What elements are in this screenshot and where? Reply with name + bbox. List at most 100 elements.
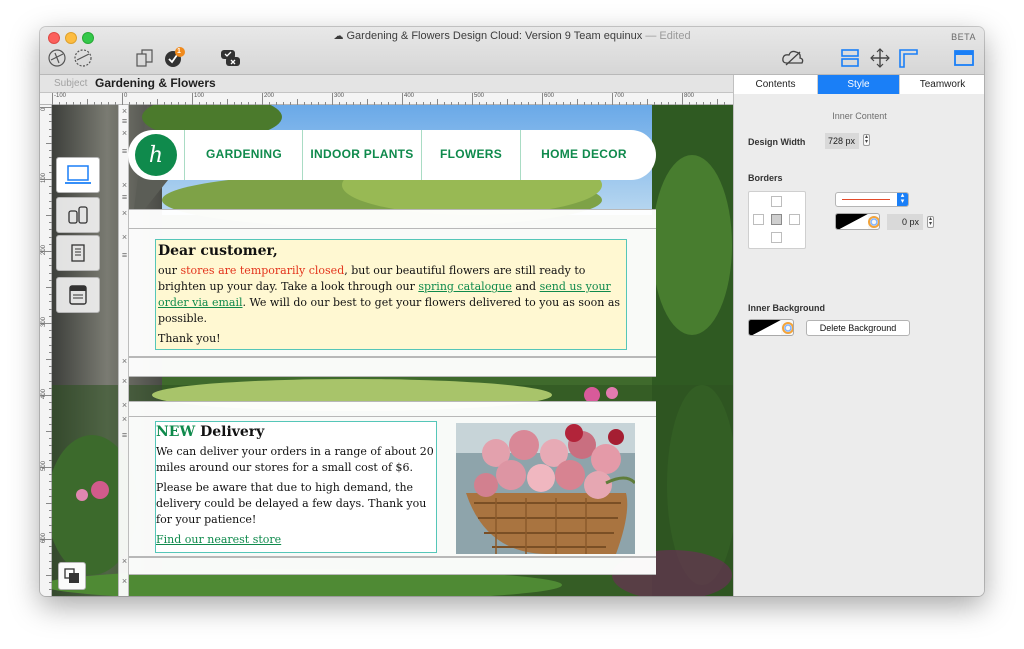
design-width-label: Design Width	[748, 137, 806, 147]
remove-section-icon[interactable]: ×	[120, 415, 129, 424]
remove-section-icon[interactable]: ×	[120, 577, 129, 586]
background-color-well[interactable]	[748, 319, 794, 336]
ruler-label: 100	[194, 93, 205, 99]
ruler-label: 200	[41, 244, 47, 255]
remove-section-icon[interactable]: ×	[120, 401, 129, 410]
nav-flowers[interactable]: FLOWERS	[423, 147, 519, 161]
border-top-toggle[interactable]	[771, 196, 782, 207]
print-layout-button[interactable]	[56, 277, 100, 313]
inner-background-label: Inner Background	[748, 303, 826, 313]
remove-section-icon[interactable]: ×	[120, 377, 129, 386]
spring-catalogue-link[interactable]: spring catalogue	[418, 280, 512, 293]
move-icon[interactable]	[868, 47, 892, 69]
site-logo[interactable]: h	[135, 134, 177, 176]
delivery-paragraph-2: Please be aware that due to high demand,…	[156, 481, 427, 526]
ruler-label: 500	[474, 93, 485, 99]
nav-gardening[interactable]: GARDENING	[188, 147, 300, 161]
tab-teamwork[interactable]: Teamwork	[900, 75, 984, 94]
publish-icon[interactable]	[46, 47, 98, 69]
ruler-label: 0	[41, 107, 47, 111]
remove-section-icon[interactable]: ×	[120, 357, 129, 366]
nav-separator	[302, 130, 303, 180]
mobile-layout-button[interactable]	[56, 197, 100, 233]
nav-separator	[421, 130, 422, 180]
drag-handle-icon[interactable]: ≡	[120, 117, 129, 126]
borders-label: Borders	[748, 173, 783, 183]
remove-section-icon[interactable]: ×	[120, 129, 129, 138]
layers-icon	[64, 568, 79, 583]
review-icon[interactable]	[218, 47, 242, 69]
delivery-heading: NEW Delivery	[156, 424, 436, 440]
tab-style[interactable]: Style	[818, 75, 900, 94]
layout-icon[interactable]	[838, 47, 862, 69]
notice-heading: Dear customer,	[158, 243, 278, 259]
ruler-label: 400	[41, 388, 47, 399]
section-handle-strip: × ≡ × ≡ × ≡ × × ≡ × × × × ≡ × ×	[118, 105, 129, 596]
remove-section-icon[interactable]: ×	[120, 233, 129, 242]
desktop-layout-button[interactable]	[56, 157, 100, 193]
delete-background-button[interactable]: Delete Background	[806, 320, 910, 336]
nav-separator	[184, 130, 185, 180]
rulers-icon[interactable]	[896, 47, 920, 69]
tasks-icon[interactable]: 1	[163, 47, 187, 69]
nav-home-decor[interactable]: HOME DECOR	[522, 147, 646, 161]
remove-section-icon[interactable]: ×	[120, 181, 129, 190]
phone-tablet-icon	[68, 206, 88, 224]
border-right-toggle[interactable]	[789, 214, 800, 225]
app-window: ☁ Gardening & Flowers Design Cloud: Vers…	[40, 27, 984, 596]
ruler-label: 600	[544, 93, 555, 99]
spacer-section[interactable]	[129, 209, 656, 229]
border-width-field[interactable]: 0 px	[887, 214, 923, 230]
subject-field[interactable]: Gardening & Flowers	[95, 76, 216, 90]
inspector-toggle-icon[interactable]	[952, 47, 976, 69]
cloud-sync-icon[interactable]	[780, 47, 806, 69]
ruler-tick	[122, 93, 123, 105]
ruler-tick	[472, 93, 473, 105]
remove-section-icon[interactable]: ×	[120, 107, 129, 116]
design-width-field[interactable]: 728 px	[825, 133, 859, 149]
titlebar: ☁ Gardening & Flowers Design Cloud: Vers…	[40, 27, 984, 75]
remove-section-icon[interactable]: ×	[120, 209, 129, 218]
border-style-dropdown[interactable]: ▴ ▾	[835, 192, 909, 207]
cloud-icon: ☁	[333, 31, 344, 42]
ruler-label: -100	[54, 93, 67, 99]
drag-handle-icon[interactable]: ≡	[120, 431, 129, 440]
ruler-tick	[612, 93, 613, 105]
drag-handle-icon[interactable]: ≡	[120, 193, 129, 202]
border-side-selector[interactable]	[748, 191, 806, 249]
customer-notice-box[interactable]: Dear customer, our stores are temporaril…	[155, 239, 627, 350]
spacer-section[interactable]	[129, 401, 656, 417]
ruler-tick	[542, 93, 543, 105]
delivery-text-box[interactable]: NEW Delivery We can deliver your orders …	[155, 421, 437, 553]
delivery-heading-new: NEW	[156, 424, 196, 440]
inspector-tabs: Contents Style Teamwork	[734, 75, 984, 94]
spacer-section[interactable]	[129, 357, 656, 377]
laptop-icon	[65, 165, 91, 184]
chevron-updown-icon: ▴ ▾	[897, 192, 908, 206]
notice-closed-text: stores are temporarily closed	[180, 264, 345, 277]
spacer-section[interactable]	[129, 557, 656, 575]
nav-indoor-plants[interactable]: INDOOR PLANTS	[304, 147, 420, 161]
border-width-stepper[interactable]: ▴ ▾	[927, 216, 934, 228]
border-all-toggle[interactable]	[771, 214, 782, 225]
border-left-toggle[interactable]	[753, 214, 764, 225]
ruler-tick	[52, 93, 53, 105]
subject-label: Subject	[54, 78, 88, 89]
ruler-label: 200	[264, 93, 275, 99]
tab-contents[interactable]: Contents	[734, 75, 818, 94]
drag-handle-icon[interactable]: ≡	[120, 251, 129, 260]
email-layout-button[interactable]	[56, 235, 100, 271]
remove-section-icon[interactable]: ×	[120, 557, 129, 566]
border-bottom-toggle[interactable]	[771, 232, 782, 243]
flower-basket-image[interactable]	[456, 423, 635, 554]
layers-button[interactable]	[58, 562, 86, 590]
delivery-heading-rest: Delivery	[195, 424, 265, 440]
design-canvas[interactable]: × ≡ × ≡ × ≡ × × ≡ × × × × ≡ × × h GARDEN…	[52, 105, 733, 596]
ruler-label: 600	[41, 532, 47, 543]
nearest-store-link[interactable]: Find our nearest store	[156, 533, 281, 546]
border-color-well[interactable]	[835, 213, 880, 230]
pages-icon[interactable]	[132, 47, 158, 69]
ruler-label: 100	[41, 172, 47, 183]
design-width-stepper[interactable]: ▴ ▾	[863, 134, 870, 146]
notice-text: our	[158, 264, 181, 277]
